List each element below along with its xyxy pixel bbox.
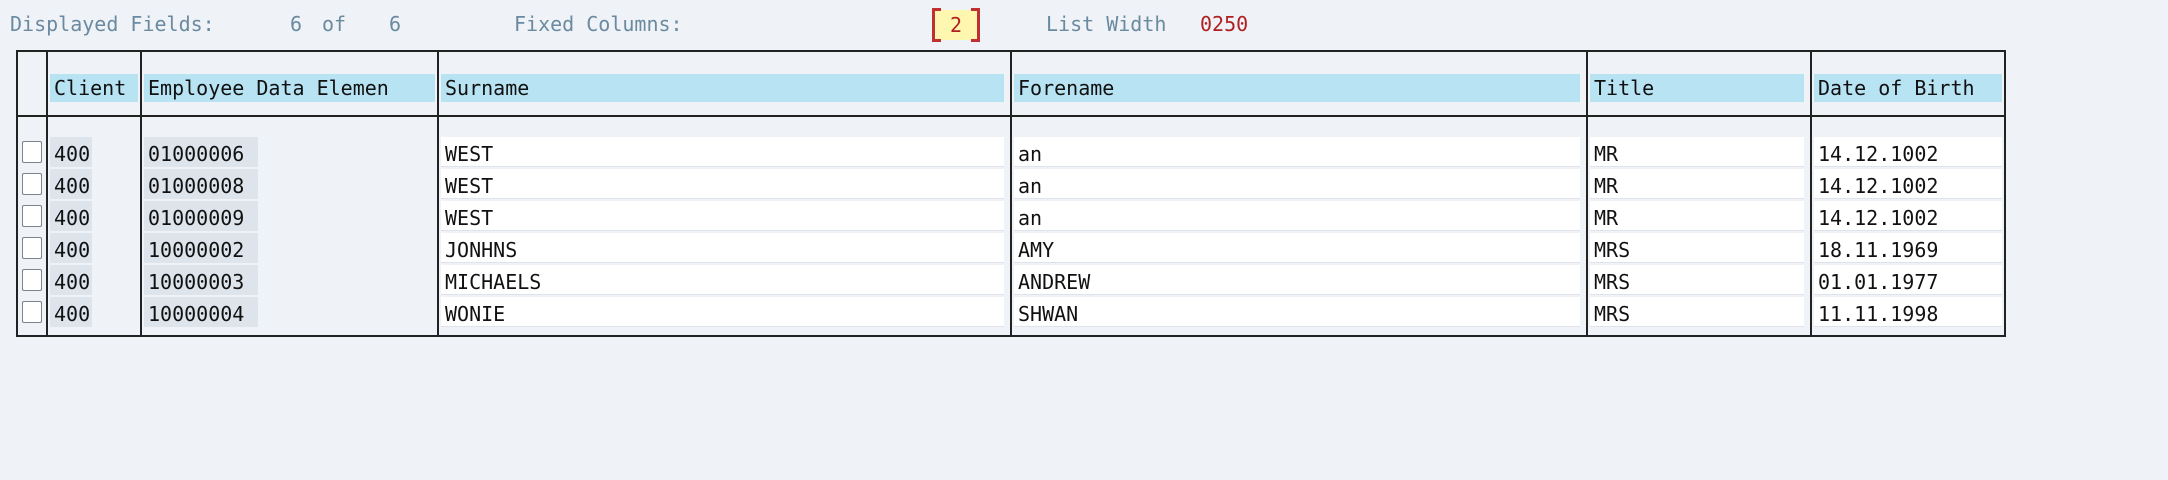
- column-header-client[interactable]: Client: [50, 74, 138, 102]
- dob-cell: 14.12.1002: [1814, 137, 2002, 167]
- total-fields-count: 6: [389, 12, 402, 36]
- row-select-checkbox[interactable]: [22, 205, 42, 227]
- employee-cell: 10000003: [144, 265, 258, 295]
- dob-cell: 18.11.1969: [1814, 233, 2002, 263]
- surname-cell: JONHNS: [441, 233, 1004, 263]
- column-header-employee[interactable]: Employee Data Elemen: [144, 74, 435, 102]
- row-select-checkbox[interactable]: [22, 173, 42, 195]
- employee-cell: 01000006: [144, 137, 258, 167]
- forename-cell: an: [1014, 169, 1580, 199]
- row-select-checkbox[interactable]: [22, 141, 42, 163]
- column-header-dob[interactable]: Date of Birth: [1814, 74, 2002, 102]
- employee-cell: 01000009: [144, 201, 258, 231]
- forename-cell: SHWAN: [1014, 297, 1580, 327]
- table-row[interactable]: 400 01000008 WEST an MR 14.12.1002: [18, 169, 2004, 200]
- forename-cell: AMY: [1014, 233, 1580, 263]
- fixed-columns-label: Fixed Columns:: [514, 12, 683, 36]
- surname-cell: WEST: [441, 137, 1004, 167]
- dob-cell: 01.01.1977: [1814, 265, 2002, 295]
- dob-cell: 14.12.1002: [1814, 169, 2002, 199]
- row-select-checkbox[interactable]: [22, 301, 42, 323]
- client-cell: 400: [50, 265, 92, 295]
- table-row[interactable]: 400 01000009 WEST an MR 14.12.1002: [18, 201, 2004, 232]
- title-cell: MR: [1590, 169, 1804, 199]
- column-header-surname[interactable]: Surname: [441, 74, 1004, 102]
- title-cell: MRS: [1590, 265, 1804, 295]
- title-cell: MRS: [1590, 233, 1804, 263]
- forename-cell: ANDREW: [1014, 265, 1580, 295]
- of-label: of: [322, 12, 347, 36]
- column-header-title[interactable]: Title: [1590, 74, 1804, 102]
- settings-bar: Displayed Fields: 6 of 6 Fixed Columns: …: [0, 8, 1400, 42]
- title-cell: MRS: [1590, 297, 1804, 327]
- surname-cell: WONIE: [441, 297, 1004, 327]
- displayed-fields-label: Displayed Fields:: [10, 12, 215, 36]
- dob-cell: 11.11.1998: [1814, 297, 2002, 327]
- displayed-fields-count: 6: [290, 12, 303, 36]
- table-row[interactable]: 400 10000002 JONHNS AMY MRS 18.11.1969: [18, 233, 2004, 264]
- employee-cell: 10000002: [144, 233, 258, 263]
- client-cell: 400: [50, 233, 92, 263]
- table-row[interactable]: 400 10000003 MICHAELS ANDREW MRS 01.01.1…: [18, 265, 2004, 296]
- fixed-columns-input[interactable]: 2: [932, 8, 980, 42]
- row-select-checkbox[interactable]: [22, 269, 42, 291]
- surname-cell: WEST: [441, 169, 1004, 199]
- employee-cell: 10000004: [144, 297, 258, 327]
- client-cell: 400: [50, 169, 92, 199]
- surname-cell: MICHAELS: [441, 265, 1004, 295]
- table-row[interactable]: 400 01000006 WEST an MR 14.12.1002: [18, 137, 2004, 168]
- table-row[interactable]: 400 10000004 WONIE SHWAN MRS 11.11.1998: [18, 297, 2004, 328]
- row-select-checkbox[interactable]: [22, 237, 42, 259]
- client-cell: 400: [50, 297, 92, 327]
- title-cell: MR: [1590, 137, 1804, 167]
- list-width-value: 0250: [1200, 12, 1249, 36]
- employee-table: Client Employee Data Elemen Surname Fore…: [16, 50, 2006, 337]
- forename-cell: an: [1014, 201, 1580, 231]
- column-header-forename[interactable]: Forename: [1014, 74, 1580, 102]
- surname-cell: WEST: [441, 201, 1004, 231]
- forename-cell: an: [1014, 137, 1580, 167]
- dob-cell: 14.12.1002: [1814, 201, 2002, 231]
- title-cell: MR: [1590, 201, 1804, 231]
- client-cell: 400: [50, 137, 92, 167]
- client-cell: 400: [50, 201, 92, 231]
- list-width-label: List Width: [1046, 12, 1167, 36]
- employee-cell: 01000008: [144, 169, 258, 199]
